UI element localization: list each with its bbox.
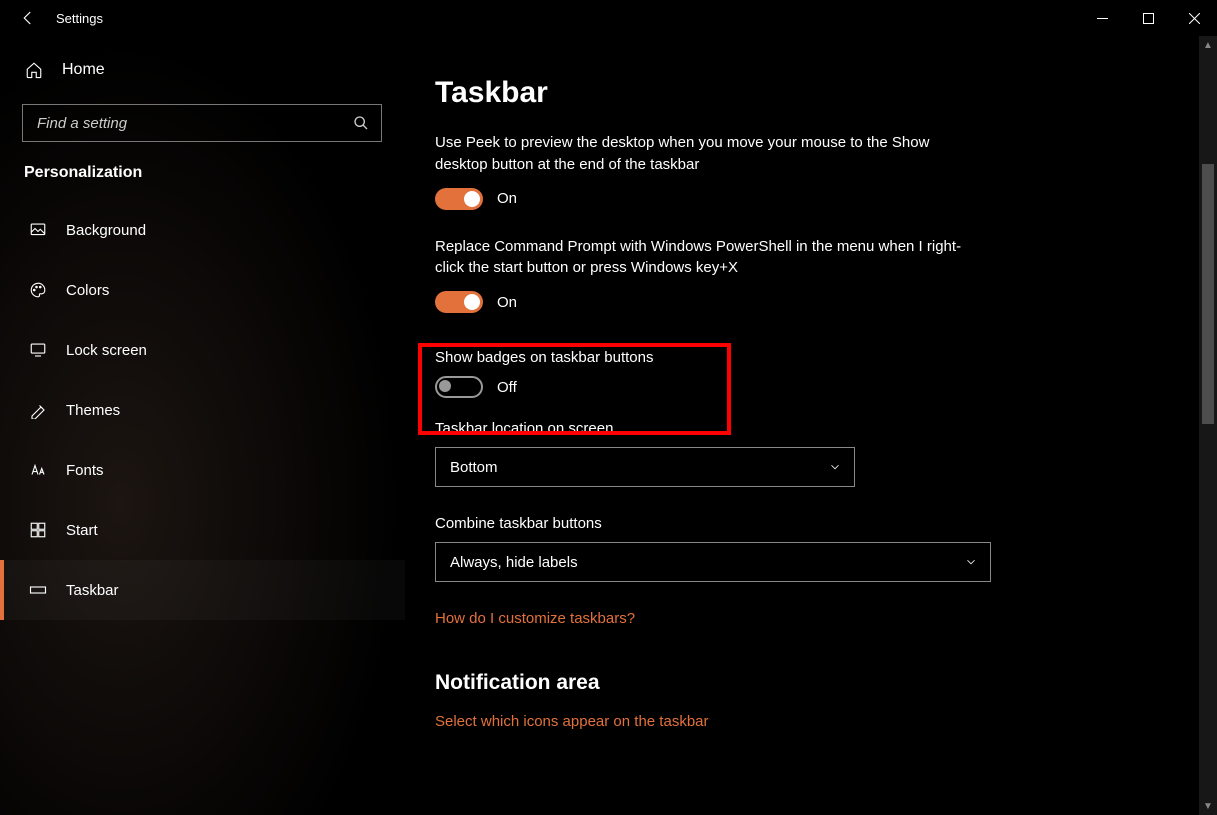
- home-nav[interactable]: Home: [0, 46, 405, 94]
- maximize-button[interactable]: [1125, 0, 1171, 36]
- select-icons-link[interactable]: Select which icons appear on the taskbar: [435, 713, 709, 730]
- sidebar: Home Personalization Background C: [0, 36, 405, 815]
- titlebar: Settings: [0, 0, 1217, 36]
- start-icon: [28, 520, 48, 540]
- window-title: Settings: [48, 11, 103, 26]
- sidebar-item-label: Taskbar: [66, 582, 119, 599]
- close-button[interactable]: [1171, 0, 1217, 36]
- peek-toggle[interactable]: [435, 188, 483, 210]
- sidebar-item-label: Lock screen: [66, 342, 147, 359]
- combine-dropdown[interactable]: Always, hide labels: [435, 542, 991, 582]
- peek-description: Use Peek to preview the desktop when you…: [435, 132, 975, 176]
- notification-heading: Notification area: [435, 671, 1169, 695]
- chevron-down-icon: [964, 555, 978, 569]
- sidebar-item-fonts[interactable]: Fonts: [0, 440, 405, 500]
- back-button[interactable]: [8, 0, 48, 36]
- sidebar-item-lock-screen[interactable]: Lock screen: [0, 320, 405, 380]
- monitor-icon: [28, 340, 48, 360]
- powershell-toggle[interactable]: [435, 291, 483, 313]
- sidebar-item-label: Background: [66, 222, 146, 239]
- badges-label: Show badges on taskbar buttons: [435, 349, 1169, 366]
- peek-toggle-state: On: [497, 190, 517, 207]
- location-label: Taskbar location on screen: [435, 420, 1169, 437]
- content-pane: Taskbar Use Peek to preview the desktop …: [405, 36, 1199, 815]
- powershell-description: Replace Command Prompt with Windows Powe…: [435, 236, 975, 280]
- themes-icon: [28, 400, 48, 420]
- palette-icon: [28, 280, 48, 300]
- taskbar-icon: [28, 580, 48, 600]
- search-icon: [353, 115, 369, 131]
- sidebar-item-colors[interactable]: Colors: [0, 260, 405, 320]
- location-value: Bottom: [450, 459, 498, 476]
- powershell-toggle-state: On: [497, 294, 517, 311]
- location-dropdown[interactable]: Bottom: [435, 447, 855, 487]
- combine-value: Always, hide labels: [450, 554, 578, 571]
- sidebar-item-label: Themes: [66, 402, 120, 419]
- fonts-icon: [28, 460, 48, 480]
- scrollbar[interactable]: ▲ ▼: [1199, 36, 1217, 815]
- sidebar-item-taskbar[interactable]: Taskbar: [0, 560, 405, 620]
- scroll-up-button[interactable]: ▲: [1199, 36, 1217, 54]
- scroll-down-button[interactable]: ▼: [1199, 797, 1217, 815]
- search-input[interactable]: [37, 115, 353, 132]
- minimize-button[interactable]: [1079, 0, 1125, 36]
- combine-label: Combine taskbar buttons: [435, 515, 1169, 532]
- home-icon: [24, 60, 44, 80]
- scroll-track[interactable]: [1199, 54, 1217, 797]
- sidebar-section-header: Personalization: [0, 156, 405, 200]
- customize-link[interactable]: How do I customize taskbars?: [435, 610, 1169, 627]
- sidebar-item-label: Start: [66, 522, 98, 539]
- home-label: Home: [62, 61, 105, 79]
- sidebar-item-themes[interactable]: Themes: [0, 380, 405, 440]
- sidebar-item-label: Fonts: [66, 462, 104, 479]
- search-box[interactable]: [22, 104, 382, 142]
- sidebar-item-background[interactable]: Background: [0, 200, 405, 260]
- image-icon: [28, 220, 48, 240]
- badges-toggle-state: Off: [497, 379, 517, 396]
- sidebar-item-label: Colors: [66, 282, 109, 299]
- sidebar-item-start[interactable]: Start: [0, 500, 405, 560]
- page-title: Taskbar: [435, 76, 1169, 110]
- scroll-thumb[interactable]: [1202, 164, 1214, 424]
- badges-toggle[interactable]: [435, 376, 483, 398]
- chevron-down-icon: [828, 460, 842, 474]
